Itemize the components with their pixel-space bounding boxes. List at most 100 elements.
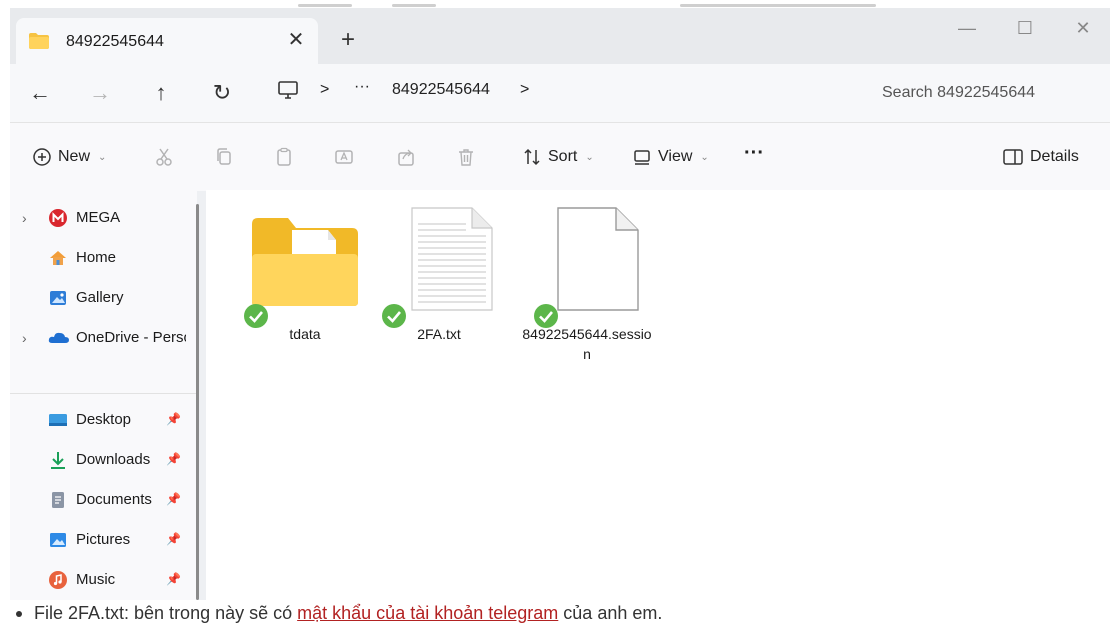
new-tab-button[interactable]: + xyxy=(336,28,360,52)
file-name: 2FA.txt xyxy=(417,326,461,342)
view-icon xyxy=(634,150,650,165)
maximize-button[interactable]: ☐ xyxy=(1010,18,1040,39)
bullet-icon xyxy=(16,611,22,618)
pin-icon[interactable]: 📌 xyxy=(166,572,181,586)
sidebar-item-mega[interactable]: › MEGA xyxy=(10,202,197,234)
trash-icon xyxy=(459,149,473,166)
more-options-button[interactable]: ··· xyxy=(744,141,764,165)
file-item-session[interactable]: 84922545644.session xyxy=(522,206,652,366)
command-bar: New ⌄ Sort ⌄ View ⌄ ··· Details xyxy=(10,122,1110,191)
sidebar-item-downloads[interactable]: Downloads 📌 xyxy=(10,444,197,476)
sidebar-divider xyxy=(10,393,197,394)
music-icon xyxy=(48,570,68,590)
chevron-down-icon: ⌄ xyxy=(98,151,107,163)
sort-icon xyxy=(524,148,540,166)
pin-icon[interactable]: 📌 xyxy=(166,412,181,426)
navigation-pane: › MEGA Home Gallery › OneDrive - Perso D… xyxy=(10,190,197,600)
breadcrumb-separator[interactable]: > xyxy=(320,81,329,99)
pictures-icon xyxy=(48,530,68,550)
breadcrumb-separator[interactable]: > xyxy=(520,81,529,99)
documents-icon xyxy=(48,490,68,510)
tab-title: 84922545644 xyxy=(66,33,164,50)
generic-file-icon xyxy=(522,206,652,314)
view-label: View xyxy=(658,148,693,165)
sidebar-item-onedrive[interactable]: › OneDrive - Perso xyxy=(10,322,197,354)
file-item-tdata[interactable]: tdata xyxy=(240,206,370,366)
text-file-icon xyxy=(374,206,504,314)
address-bar: ← → ↑ ↻ > ··· 84922545644 > Search 84922… xyxy=(10,64,1110,122)
chevron-down-icon: ⌄ xyxy=(700,151,709,163)
scissors-icon xyxy=(156,148,172,166)
breadcrumb-current[interactable]: 84922545644 xyxy=(392,81,490,99)
up-button[interactable]: ↑ xyxy=(147,79,175,107)
sidebar-item-desktop[interactable]: Desktop 📌 xyxy=(10,404,197,436)
file-item-2fa-txt[interactable]: 2FA.txt xyxy=(374,206,504,366)
sidebar-item-label: MEGA xyxy=(76,209,121,226)
sidebar-item-label: OneDrive - Perso xyxy=(76,329,186,346)
sort-button[interactable]: Sort ⌄ xyxy=(522,145,594,169)
mega-icon xyxy=(48,208,68,228)
navigation-pane-scrollbar[interactable] xyxy=(196,204,199,600)
blurred-text xyxy=(680,4,876,7)
caption-text-after: của anh em. xyxy=(558,603,663,623)
details-pane-icon xyxy=(1003,149,1023,165)
forward-button[interactable]: → xyxy=(86,79,114,107)
new-button[interactable]: New ⌄ xyxy=(32,145,106,169)
article-caption: File 2FA.txt: bên trong này sẽ có mật kh… xyxy=(16,603,662,624)
pin-icon[interactable]: 📌 xyxy=(166,532,181,546)
file-list: tdata 2FA.txt 84922545644.session xyxy=(206,190,1110,600)
sidebar-item-home[interactable]: Home xyxy=(10,242,197,274)
sidebar-item-label: Home xyxy=(76,249,117,266)
back-button[interactable]: ← xyxy=(26,79,54,107)
sidebar-item-pictures[interactable]: Pictures 📌 xyxy=(10,524,197,556)
caption-link[interactable]: mật khẩu của tài khoản telegram xyxy=(297,603,558,623)
copy-icon xyxy=(217,148,231,165)
view-button[interactable]: View ⌄ xyxy=(632,145,709,169)
copy-button[interactable] xyxy=(214,145,234,169)
share-button[interactable] xyxy=(396,145,416,169)
blurred-text xyxy=(298,4,352,7)
onedrive-icon xyxy=(48,328,69,348)
file-name: 84922545644.session xyxy=(522,326,652,362)
pin-icon[interactable]: 📌 xyxy=(166,452,181,466)
sidebar-item-music[interactable]: Music 📌 xyxy=(10,564,197,596)
plus-circle-icon xyxy=(33,148,51,166)
expand-chevron-icon[interactable]: › xyxy=(22,210,27,226)
details-label: Details xyxy=(1030,148,1079,165)
refresh-button[interactable]: ↻ xyxy=(208,79,236,107)
delete-button[interactable] xyxy=(456,145,476,169)
blurred-text xyxy=(392,4,436,7)
new-label: New xyxy=(58,148,91,165)
close-tab-button[interactable]: ✕ xyxy=(284,28,308,52)
expand-chevron-icon[interactable]: › xyxy=(22,330,27,346)
downloads-icon xyxy=(48,450,68,470)
clipboard-icon xyxy=(277,147,291,166)
chevron-down-icon: ⌄ xyxy=(585,151,594,163)
cut-button[interactable] xyxy=(154,145,174,169)
paste-button[interactable] xyxy=(274,145,294,169)
minimize-button[interactable]: — xyxy=(952,18,982,39)
search-input[interactable]: Search 84922545644 xyxy=(870,78,1110,108)
rename-button[interactable] xyxy=(334,145,354,169)
this-pc-icon[interactable] xyxy=(274,79,302,107)
caption-text-before: File 2FA.txt: bên trong này sẽ có xyxy=(34,603,298,623)
breadcrumb-overflow-button[interactable]: ··· xyxy=(354,78,370,96)
share-icon xyxy=(398,149,414,166)
sort-label: Sort xyxy=(548,148,578,165)
tab-84922545644[interactable]: 84922545644 ✕ xyxy=(16,18,318,64)
home-icon xyxy=(48,248,68,268)
rename-icon xyxy=(335,150,353,164)
sidebar-item-label: Gallery xyxy=(76,289,124,306)
gallery-icon xyxy=(48,288,68,308)
details-button[interactable]: Details xyxy=(1002,145,1079,169)
file-name: tdata xyxy=(289,326,321,342)
folder-icon xyxy=(240,206,370,314)
file-explorer-window: 84922545644 ✕ + — ☐ ✕ ← → ↑ ↻ > ··· 8492… xyxy=(10,8,1110,600)
tab-bar: 84922545644 ✕ + — ☐ ✕ xyxy=(10,8,1110,64)
pin-icon[interactable]: 📌 xyxy=(166,492,181,506)
sidebar-item-gallery[interactable]: Gallery xyxy=(10,282,197,314)
sidebar-item-documents[interactable]: Documents 📌 xyxy=(10,484,197,516)
folder-icon xyxy=(28,32,50,55)
desktop-icon xyxy=(48,410,68,430)
close-window-button[interactable]: ✕ xyxy=(1068,18,1098,39)
